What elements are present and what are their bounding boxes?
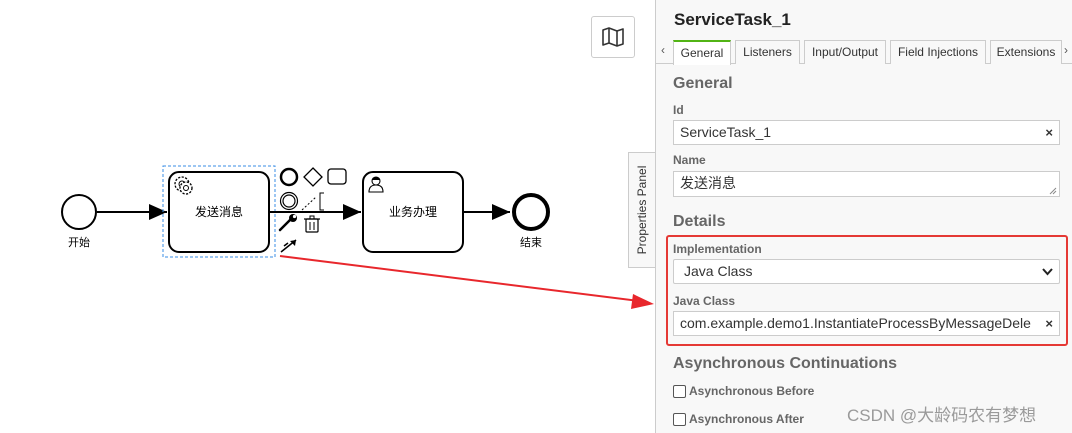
async-after-label: Asynchronous After xyxy=(689,412,804,426)
text-annotation-icon[interactable] xyxy=(301,192,324,211)
end-event[interactable] xyxy=(512,193,550,231)
append-intermediate-event-icon[interactable] xyxy=(279,191,299,211)
resize-handle-icon[interactable] xyxy=(1049,187,1057,195)
async-before-row[interactable]: Asynchronous Before xyxy=(673,384,814,398)
clear-id-icon[interactable]: × xyxy=(1045,121,1053,144)
async-section-title: Asynchronous Continuations xyxy=(673,355,897,372)
async-before-label: Asynchronous Before xyxy=(689,384,815,398)
properties-panel: ServiceTask_1 ‹ General Listeners Input/… xyxy=(655,0,1072,433)
map-icon xyxy=(602,27,624,47)
async-after-checkbox[interactable] xyxy=(673,412,686,426)
tab-listeners[interactable]: Listeners xyxy=(735,40,800,64)
bpmn-diagram[interactable]: 开始 发送消息 业务办理 结束 xyxy=(0,0,655,433)
tab-extensions[interactable]: Extensions xyxy=(990,40,1062,64)
properties-panel-toggle[interactable]: Properties Panel xyxy=(628,152,655,268)
async-after-row[interactable]: Asynchronous After xyxy=(673,412,804,426)
user-task-label: 业务办理 xyxy=(389,204,437,219)
trash-icon[interactable] xyxy=(304,215,320,233)
connect-icon[interactable] xyxy=(280,239,297,253)
name-label: Name xyxy=(673,153,706,167)
panel-title: ServiceTask_1 xyxy=(674,10,791,29)
wrench-icon[interactable] xyxy=(278,214,297,232)
tab-general[interactable]: General xyxy=(673,40,731,65)
async-before-checkbox[interactable] xyxy=(673,384,686,398)
watermark: CSDN @大龄码农有梦想 xyxy=(847,406,1037,425)
general-section-title: General xyxy=(673,75,733,92)
start-event-label: 开始 xyxy=(68,235,90,249)
details-section-title: Details xyxy=(673,213,726,230)
append-end-event-icon[interactable] xyxy=(279,167,299,187)
properties-panel-toggle-label: Properties Panel xyxy=(635,165,649,255)
tabs-scroll-right-icon[interactable]: › xyxy=(1064,43,1068,57)
append-gateway-icon[interactable] xyxy=(303,167,323,187)
red-highlight-box xyxy=(666,235,1068,346)
tabs-scroll-left-icon[interactable]: ‹ xyxy=(661,43,665,57)
end-event-label: 结束 xyxy=(520,236,542,249)
tab-input-output[interactable]: Input/Output xyxy=(804,40,886,64)
service-task-label: 发送消息 xyxy=(195,204,243,219)
id-label: Id xyxy=(673,103,684,117)
append-task-icon[interactable] xyxy=(327,168,347,185)
tab-field-injections[interactable]: Field Injections xyxy=(890,40,986,64)
minimap-toggle-button[interactable] xyxy=(591,16,635,58)
bpmn-canvas[interactable]: 开始 发送消息 业务办理 结束 Properties Panel xyxy=(0,0,655,433)
start-event[interactable] xyxy=(61,194,97,230)
name-value: 发送消息 xyxy=(680,175,736,191)
id-value: ServiceTask_1 xyxy=(680,124,772,140)
panel-tabs: ‹ General Listeners Input/Output Field I… xyxy=(656,40,1072,65)
name-textarea[interactable]: 发送消息 xyxy=(673,171,1060,197)
id-input[interactable]: ServiceTask_1 × xyxy=(673,120,1060,145)
